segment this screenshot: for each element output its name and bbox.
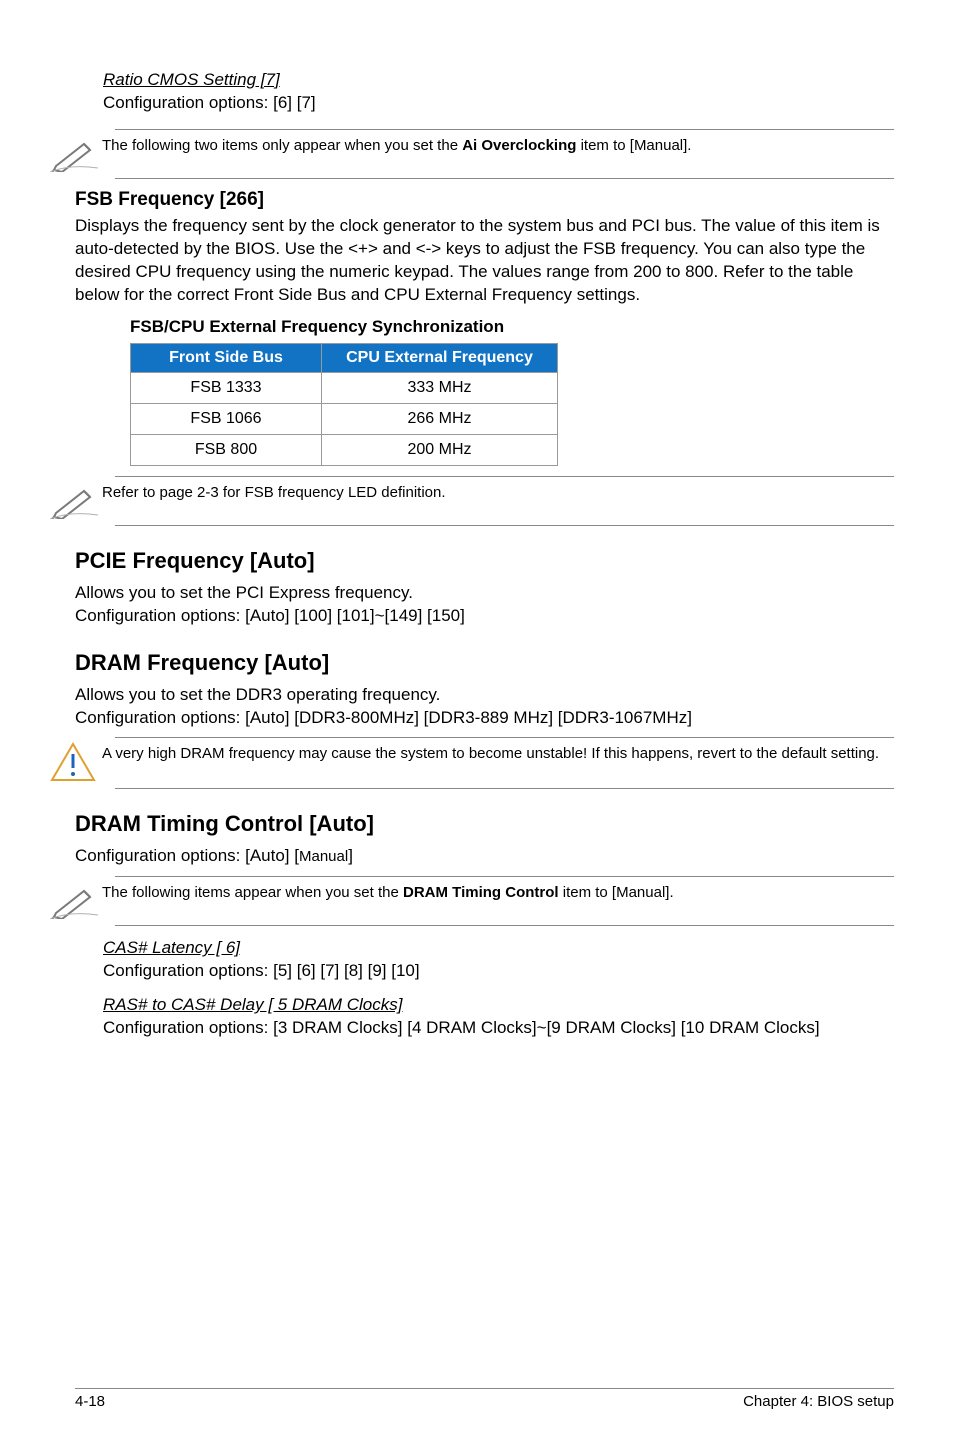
dram-timing-heading: DRAM Timing Control [Auto] xyxy=(75,811,894,837)
cas-latency-text: Configuration options: [5] [6] [7] [8] [… xyxy=(103,960,894,983)
pencil-icon xyxy=(50,134,102,172)
pencil-icon xyxy=(50,481,102,519)
fsb-cpu-table: Front Side Bus CPU External Frequency FS… xyxy=(130,343,558,466)
ras-cas-text: Configuration options: [3 DRAM Clocks] [… xyxy=(103,1017,894,1040)
pcie-heading: PCIE Frequency [Auto] xyxy=(75,548,894,574)
dram-timing-text: Configuration options: [Auto] [Manual] xyxy=(75,845,894,868)
pcie-text: Allows you to set the PCI Express freque… xyxy=(75,582,894,628)
ras-cas-heading: RAS# to CAS# Delay [ 5 DRAM Clocks] xyxy=(103,995,894,1015)
cas-latency-heading: CAS# Latency [ 6] xyxy=(103,938,894,958)
note-dram-timing: The following items appear when you set … xyxy=(102,883,894,903)
warning-dram: A very high DRAM frequency may cause the… xyxy=(102,744,894,764)
table-row: FSB 1066 266 MHz xyxy=(131,403,558,434)
table-header: CPU External Frequency xyxy=(322,343,558,372)
table-header: Front Side Bus xyxy=(131,343,322,372)
page-number: 4-18 xyxy=(75,1393,105,1410)
warning-icon xyxy=(50,742,102,782)
ratio-cmos-heading: Ratio CMOS Setting [7] xyxy=(103,70,894,90)
ratio-cmos-text: Configuration options: [6] [7] xyxy=(103,92,894,115)
note-ai-overclocking: The following two items only appear when… xyxy=(102,136,894,156)
chapter-label: Chapter 4: BIOS setup xyxy=(743,1393,894,1410)
fsb-frequency-heading: FSB Frequency [266] xyxy=(75,189,894,211)
pencil-icon xyxy=(50,881,102,919)
table-title: FSB/CPU External Frequency Synchronizati… xyxy=(130,317,894,337)
table-row: FSB 1333 333 MHz xyxy=(131,372,558,403)
fsb-frequency-text: Displays the frequency sent by the clock… xyxy=(75,215,894,307)
note-fsb-led: Refer to page 2-3 for FSB frequency LED … xyxy=(102,483,894,503)
table-row: FSB 800 200 MHz xyxy=(131,434,558,465)
dram-freq-heading: DRAM Frequency [Auto] xyxy=(75,650,894,676)
dram-freq-text: Allows you to set the DDR3 operating fre… xyxy=(75,684,894,730)
